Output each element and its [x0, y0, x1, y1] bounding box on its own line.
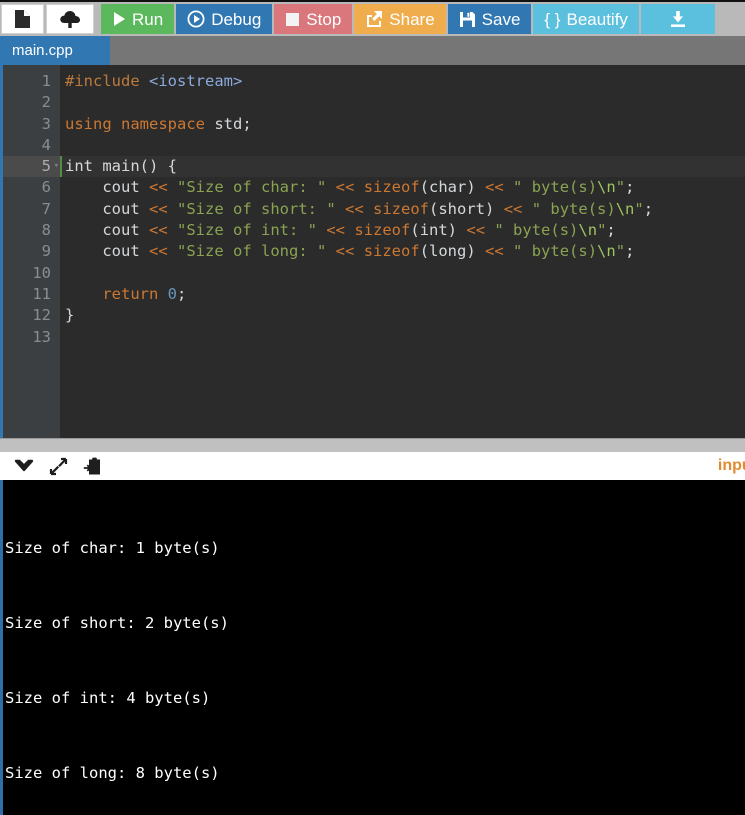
- console-toolbar: input: [0, 452, 745, 480]
- new-file-button[interactable]: [1, 4, 44, 34]
- beautify-button[interactable]: { } Beautify: [533, 4, 639, 34]
- stop-button-label: Stop: [306, 9, 342, 29]
- input-label: input: [718, 452, 745, 480]
- braces-icon: { }: [544, 9, 561, 29]
- upload-icon: [59, 10, 81, 29]
- debug-button-label: Debug: [211, 9, 262, 29]
- tab-main-cpp[interactable]: main.cpp: [0, 36, 110, 65]
- line-number-gutter: 1 2 3 4 5 ▾ 6 7 8 9 10 11 12 13: [3, 65, 60, 438]
- editor-console-divider[interactable]: [0, 438, 745, 452]
- console-panel[interactable]: Size of char: 1 byte(s) Size of short: 2…: [0, 480, 745, 815]
- debug-icon: [187, 10, 205, 28]
- code-area[interactable]: #include <iostream> using namespace std;…: [60, 65, 745, 438]
- download-button[interactable]: [640, 4, 715, 34]
- file-icon: [14, 9, 31, 29]
- floppy-icon: [459, 11, 476, 28]
- line-number-active: 5 ▾: [3, 156, 60, 178]
- console-line: Size of short: 2 byte(s): [5, 614, 229, 632]
- code-line-active: int main() {: [60, 156, 745, 178]
- upload-button[interactable]: [46, 4, 94, 34]
- play-icon: [112, 11, 126, 27]
- code-line: using namespace std;: [65, 114, 252, 133]
- line-number: 12: [32, 306, 51, 325]
- line-number: 13: [32, 327, 51, 346]
- run-button[interactable]: Run: [101, 4, 175, 34]
- line-number: 7: [41, 199, 51, 218]
- line-number: 3: [41, 114, 51, 133]
- share-button[interactable]: Share: [354, 4, 446, 34]
- code-line: cout << "Size of long: " << sizeof(long)…: [102, 242, 635, 261]
- input-label-text: input: [717, 457, 745, 474]
- console-line: Size of int: 4 byte(s): [5, 689, 211, 707]
- code-line: return 0;: [102, 284, 187, 303]
- stop-button[interactable]: Stop: [274, 4, 353, 34]
- line-number: 4: [41, 135, 51, 154]
- share-button-label: Share: [389, 9, 435, 29]
- chevron-down-icon[interactable]: [10, 454, 38, 478]
- debug-button[interactable]: Debug: [176, 4, 273, 34]
- beautify-button-label: Beautify: [566, 9, 628, 29]
- code-editor[interactable]: 1 2 3 4 5 ▾ 6 7 8 9 10 11 12 13 #include …: [0, 65, 745, 438]
- clipboard-input-icon[interactable]: [78, 454, 106, 478]
- run-button-label: Run: [132, 9, 164, 29]
- download-icon: [669, 10, 687, 28]
- console-output: Size of char: 1 byte(s) Size of short: 2…: [3, 480, 745, 815]
- line-number: 1: [41, 72, 51, 90]
- save-button[interactable]: Save: [447, 4, 532, 34]
- line-number: 8: [41, 221, 51, 240]
- code-line: #include <iostream>: [65, 72, 243, 90]
- code-line: cout << "Size of short: " << sizeof(shor…: [102, 199, 654, 218]
- share-icon: [365, 10, 383, 28]
- main-toolbar: Run Debug Stop Share Save {} Beautify: [0, 0, 745, 36]
- console-line: Size of long: 8 byte(s): [5, 764, 220, 782]
- save-button-label: Save: [481, 9, 521, 29]
- code-line: cout << "Size of char: " << sizeof(char)…: [102, 178, 635, 197]
- editor-tab-bar: main.cpp: [0, 36, 745, 65]
- code-line: }: [65, 306, 75, 325]
- line-number: 2: [41, 93, 51, 112]
- tab-label: main.cpp: [12, 42, 73, 59]
- line-number: 11: [32, 284, 51, 303]
- line-number: 6: [41, 178, 51, 197]
- stop-icon: [285, 12, 300, 27]
- expand-arrows-icon[interactable]: [44, 454, 72, 478]
- fold-toggle-icon[interactable]: ▾: [50, 156, 59, 177]
- code-line: cout << "Size of int: " << sizeof(int) <…: [102, 221, 616, 240]
- line-number: 10: [32, 263, 51, 282]
- console-line: Size of char: 1 byte(s): [5, 539, 220, 557]
- line-number: 9: [41, 242, 51, 261]
